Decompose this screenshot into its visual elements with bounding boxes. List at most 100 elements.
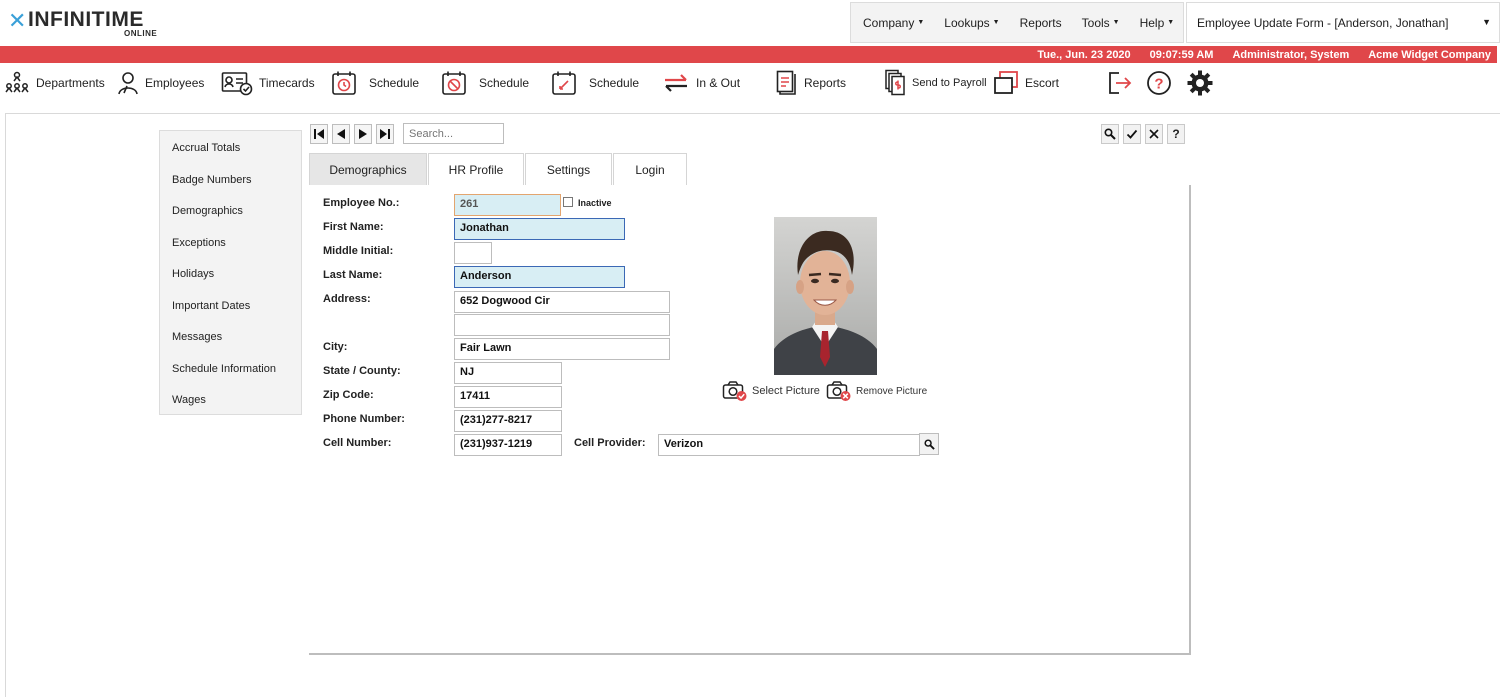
- toolbar-schedule-clock-label: Schedule: [369, 76, 420, 90]
- search-icon: [1104, 128, 1116, 140]
- sidebar-item-holidays[interactable]: Holidays: [172, 268, 214, 280]
- sidebar-item-wages[interactable]: Wages: [172, 394, 206, 406]
- previous-record-button[interactable]: [332, 124, 350, 144]
- sidebar-item-badge-numbers[interactable]: Badge Numbers: [172, 174, 252, 186]
- toolbar-schedule-cancel[interactable]: Schedule: [441, 68, 529, 98]
- remove-picture-button[interactable]: Remove Picture: [826, 380, 927, 402]
- toolbar-in-out[interactable]: In & Out: [662, 68, 740, 98]
- reports-icon: [776, 70, 796, 95]
- infinitime-logo: ✕ INFINITIME ONLINE: [8, 8, 168, 38]
- phone-label: Phone Number:: [323, 413, 405, 425]
- employee-no-field[interactable]: 261: [454, 194, 561, 216]
- employee-portrait: [774, 217, 877, 375]
- find-button[interactable]: [1101, 124, 1119, 144]
- send-payroll-icon: [885, 69, 905, 96]
- toolbar-schedule-cancel-label: Schedule: [479, 76, 530, 90]
- menu-tools-label: Tools: [1081, 15, 1110, 30]
- escort-icon: [994, 71, 1018, 94]
- address-line1-field[interactable]: 652 Dogwood Cir: [454, 291, 670, 313]
- remove-picture-label: Remove Picture: [856, 385, 928, 397]
- main-menu: Company ▼ Lookups ▼ Reports Tools ▼ Help…: [850, 2, 1184, 43]
- phone-field[interactable]: (231)277-8217: [454, 410, 562, 432]
- status-company: Acme Widget Company: [1368, 48, 1491, 61]
- toolbar-schedule-clock[interactable]: Schedule: [331, 68, 419, 98]
- sidebar: Accrual Totals Badge Numbers Demographic…: [159, 130, 302, 415]
- sidebar-item-messages[interactable]: Messages: [172, 331, 222, 343]
- cell-provider-field[interactable]: Verizon: [658, 434, 920, 456]
- save-button[interactable]: [1123, 124, 1141, 144]
- cell-label: Cell Number:: [323, 437, 392, 449]
- first-name-field[interactable]: Jonathan: [454, 218, 625, 240]
- toolbar-help[interactable]: ?: [1146, 68, 1172, 98]
- middle-initial-field[interactable]: [454, 242, 492, 264]
- form-selector[interactable]: Employee Update Form - [Anderson, Jonath…: [1186, 2, 1500, 43]
- toolbar-schedule-edit[interactable]: Schedule: [551, 68, 639, 98]
- menu-help[interactable]: Help ▼: [1130, 16, 1185, 30]
- toolbar-in-out-label: In & Out: [696, 76, 741, 90]
- help-icon: ?: [1147, 71, 1171, 95]
- select-picture-button[interactable]: Select Picture: [722, 380, 820, 402]
- help-button[interactable]: ?: [1167, 124, 1185, 144]
- toolbar-reports[interactable]: Reports: [776, 68, 846, 98]
- camera-add-icon: [722, 381, 747, 401]
- toolbar-timecards-label: Timecards: [259, 76, 315, 90]
- middle-initial-label: Middle Initial:: [323, 245, 394, 257]
- toolbar-settings[interactable]: [1186, 68, 1214, 98]
- cell-provider-lookup-button[interactable]: [919, 433, 939, 455]
- tab-hr-profile[interactable]: HR Profile: [428, 153, 524, 185]
- menu-lookups[interactable]: Lookups ▼: [934, 16, 1009, 30]
- toolbar-employees-label: Employees: [145, 76, 205, 90]
- timecards-icon: [221, 72, 253, 96]
- search-input[interactable]: [403, 123, 504, 144]
- cancel-button[interactable]: [1145, 124, 1163, 144]
- toolbar-escort[interactable]: Escort: [993, 68, 1059, 98]
- search-icon: [923, 438, 935, 450]
- caret-down-icon: ▼: [1482, 17, 1491, 27]
- first-record-button[interactable]: [310, 124, 328, 144]
- toolbar-escort-label: Escort: [1025, 76, 1060, 90]
- sidebar-item-accrual-totals[interactable]: Accrual Totals: [172, 142, 240, 154]
- sidebar-item-demographics[interactable]: Demographics: [172, 205, 243, 217]
- schedule-cancel-icon: [442, 71, 466, 95]
- tab-demographics[interactable]: Demographics: [309, 153, 427, 185]
- caret-down-icon: ▼: [992, 19, 1000, 26]
- first-name-label: First Name:: [323, 221, 384, 233]
- toolbar-employees[interactable]: Employees: [117, 68, 204, 98]
- menu-reports[interactable]: Reports: [1010, 16, 1072, 30]
- menu-company[interactable]: Company ▼: [853, 16, 934, 30]
- last-record-button[interactable]: [376, 124, 394, 144]
- cell-field[interactable]: (231)937-1219: [454, 434, 562, 456]
- address-line2-field[interactable]: [454, 314, 670, 336]
- sidebar-item-important-dates[interactable]: Important Dates: [172, 300, 250, 312]
- svg-text:?: ?: [1154, 76, 1163, 93]
- tab-login[interactable]: Login: [613, 153, 687, 185]
- close-icon: [1149, 129, 1159, 139]
- menu-tools[interactable]: Tools ▼: [1072, 16, 1130, 30]
- employee-photo: [774, 217, 877, 375]
- departments-icon: [5, 71, 29, 93]
- toolbar-reports-label: Reports: [804, 76, 847, 90]
- menu-lookups-label: Lookups: [944, 15, 990, 30]
- zip-field[interactable]: 17411: [454, 386, 562, 408]
- zip-label: Zip Code:: [323, 389, 374, 401]
- question-mark-icon: ?: [1172, 127, 1180, 141]
- schedule-edit-icon: [552, 71, 576, 95]
- toolbar-send-payroll[interactable]: Send to Payroll: [884, 68, 987, 98]
- last-name-field[interactable]: Anderson: [454, 266, 625, 288]
- toolbar-departments[interactable]: Departments: [4, 68, 105, 98]
- status-time: 09:07:59 AM: [1149, 48, 1214, 61]
- next-record-button[interactable]: [354, 124, 372, 144]
- in-out-icon: [665, 74, 687, 92]
- toolbar-timecards[interactable]: Timecards: [221, 68, 315, 98]
- sidebar-item-exceptions[interactable]: Exceptions: [172, 237, 226, 249]
- status-date: Tue., Jun. 23 2020: [1037, 48, 1131, 61]
- tab-settings[interactable]: Settings: [525, 153, 612, 185]
- previous-record-icon: [337, 129, 345, 139]
- sidebar-item-schedule-information[interactable]: Schedule Information: [172, 363, 276, 375]
- city-label: City:: [323, 341, 348, 353]
- city-field[interactable]: Fair Lawn: [454, 338, 670, 360]
- state-field[interactable]: NJ: [454, 362, 562, 384]
- toolbar-logout[interactable]: [1107, 68, 1133, 98]
- inactive-checkbox[interactable]: [563, 197, 573, 207]
- inactive-label: Inactive: [578, 198, 612, 208]
